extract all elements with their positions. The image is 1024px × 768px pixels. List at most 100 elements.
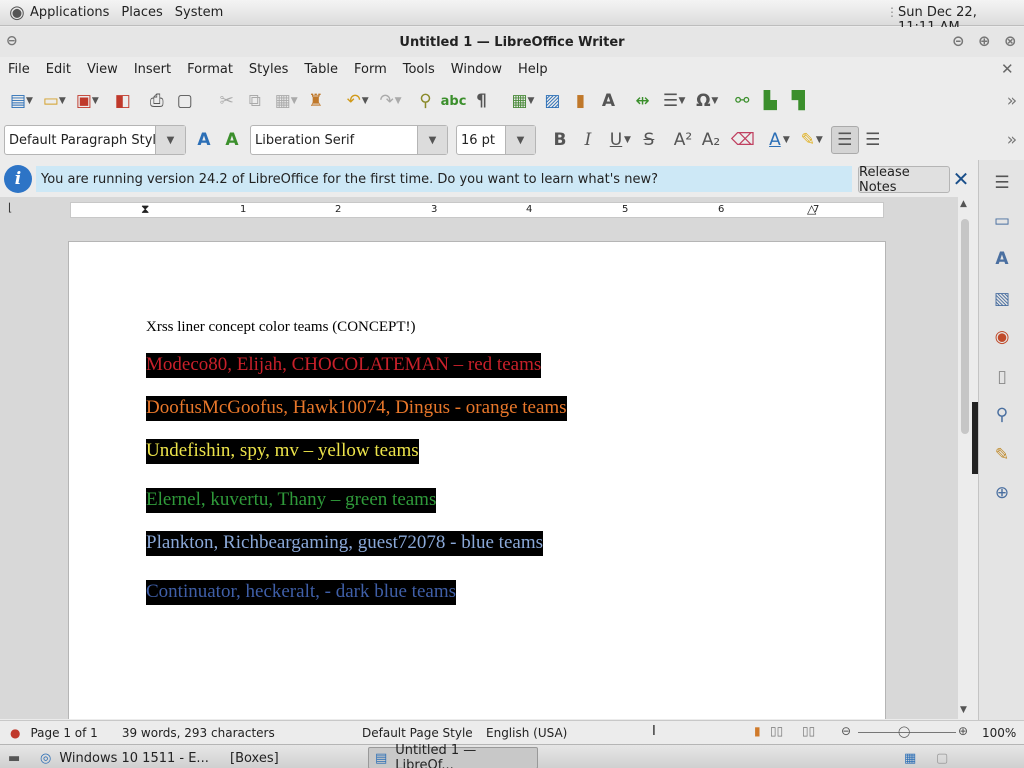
- insert-image-icon[interactable]: ▨: [538, 87, 566, 115]
- workspace-2-icon[interactable]: ▢: [930, 747, 954, 768]
- menu-view[interactable]: View: [79, 62, 126, 77]
- find-replace-icon[interactable]: ⚲: [412, 87, 440, 115]
- update-style-icon[interactable]: A: [190, 126, 218, 154]
- zoom-level[interactable]: 100%: [982, 726, 1016, 740]
- menu-format[interactable]: Format: [179, 62, 241, 77]
- menu-table[interactable]: Table: [296, 62, 346, 77]
- team-line-orange[interactable]: DoofusMcGoofus, Hawk10074, Dingus - oran…: [146, 396, 567, 421]
- menu-styles[interactable]: Styles: [241, 62, 296, 77]
- page-count[interactable]: Page 1 of 1: [30, 726, 97, 740]
- menu-file[interactable]: File: [0, 62, 38, 77]
- show-desktop-icon[interactable]: ▬: [2, 747, 26, 768]
- zoom-in-icon[interactable]: ⊕: [958, 724, 968, 738]
- print-preview-icon[interactable]: ▢: [171, 87, 199, 115]
- chevron-down-icon[interactable]: ▼: [417, 126, 447, 154]
- menu-help[interactable]: Help: [510, 62, 556, 77]
- insert-endnote-icon[interactable]: ▜: [784, 87, 812, 115]
- zoom-slider-handle[interactable]: ◯: [898, 725, 910, 738]
- document-heading[interactable]: Xrss liner concept color teams (CONCEPT!…: [146, 319, 416, 336]
- team-line-red[interactable]: Modeco80, Elijah, CHOCOLATEMAN – red tea…: [146, 353, 542, 378]
- more-formatting-icon[interactable]: »: [1002, 126, 1022, 154]
- chevron-down-icon[interactable]: ▼: [624, 135, 631, 145]
- workspace-switcher-icon[interactable]: ▦: [898, 747, 922, 768]
- insert-textbox-icon[interactable]: A: [594, 87, 622, 115]
- menu-edit[interactable]: Edit: [38, 62, 79, 77]
- places-menu[interactable]: Places: [121, 5, 162, 20]
- bold-icon[interactable]: B: [546, 126, 574, 154]
- align-left-icon[interactable]: ☰: [830, 126, 859, 154]
- multi-page-view-icon[interactable]: ▯▯: [770, 724, 783, 738]
- chevron-down-icon[interactable]: ▼: [711, 96, 718, 106]
- copy-icon[interactable]: ⧉: [241, 87, 269, 115]
- task-windows10[interactable]: ◎ Windows 10 1511 - E...: [34, 747, 215, 768]
- clear-formatting-icon[interactable]: ⌫: [729, 126, 757, 154]
- scroll-up-icon[interactable]: ▲: [960, 199, 967, 209]
- scrollbar-thumb[interactable]: [961, 219, 969, 434]
- chevron-down-icon[interactable]: ▼: [92, 96, 99, 106]
- task-boxes[interactable]: [Boxes]: [224, 747, 285, 768]
- window-menu-icon[interactable]: ⊖: [6, 33, 18, 49]
- scroll-down-icon[interactable]: ▼: [960, 705, 967, 715]
- subscript-icon[interactable]: A₂: [697, 126, 725, 154]
- chevron-down-icon[interactable]: ▼: [678, 96, 685, 106]
- styles-icon[interactable]: A: [989, 246, 1015, 272]
- right-indent-marker-icon[interactable]: △: [807, 202, 816, 216]
- chevron-down-icon[interactable]: ▼: [155, 126, 185, 154]
- vertical-scrollbar[interactable]: ▲ ▼: [958, 197, 972, 719]
- gnome-foot-icon[interactable]: ◉: [4, 0, 30, 27]
- navigator-icon[interactable]: ◉: [989, 324, 1015, 350]
- system-menu[interactable]: System: [175, 5, 223, 20]
- sidebar-menu-icon[interactable]: ☰: [989, 170, 1015, 196]
- print-icon[interactable]: ⎙: [143, 87, 171, 115]
- team-line-blue[interactable]: Plankton, Richbeargaming, guest72078 - b…: [146, 531, 543, 556]
- zoom-out-icon[interactable]: ⊖: [841, 724, 851, 738]
- strikethrough-icon[interactable]: S: [635, 126, 663, 154]
- tab-stop-icon[interactable]: ⌊: [8, 201, 12, 214]
- word-count[interactable]: 39 words, 293 characters: [122, 726, 275, 740]
- more-tools-icon[interactable]: »: [1002, 87, 1022, 115]
- chevron-down-icon[interactable]: ▼: [783, 135, 790, 145]
- export-pdf-icon[interactable]: ◧: [109, 87, 137, 115]
- new-style-icon[interactable]: A: [218, 126, 246, 154]
- chevron-down-icon[interactable]: ▼: [505, 126, 535, 154]
- document-area[interactable]: ⌊ 1 2 3 4 5 6 7 ⧗ △ Xrss liner concept c…: [0, 197, 958, 719]
- language[interactable]: English (USA): [486, 726, 567, 740]
- design-icon[interactable]: ⊕: [989, 480, 1015, 506]
- chevron-down-icon[interactable]: ▼: [26, 96, 33, 106]
- insert-chart-icon[interactable]: ▮: [566, 87, 594, 115]
- minimize-icon[interactable]: ⊝: [952, 32, 965, 50]
- cut-icon[interactable]: ✂: [213, 87, 241, 115]
- close-infobar-icon[interactable]: ✕: [952, 167, 970, 191]
- insert-hyperlink-icon[interactable]: ⚯: [728, 87, 756, 115]
- paragraph-style-select[interactable]: Default Paragraph Style ▼: [4, 125, 186, 155]
- team-line-green[interactable]: Elernel, kuvertu, Thany – green teams: [146, 488, 437, 513]
- indent-marker-icon[interactable]: ⧗: [141, 202, 149, 217]
- font-size-select[interactable]: 16 pt ▼: [456, 125, 536, 155]
- chevron-down-icon[interactable]: ▼: [816, 135, 823, 145]
- insert-mode-icon[interactable]: Ⅰ: [652, 724, 656, 739]
- release-notes-button[interactable]: Release Notes: [858, 165, 950, 195]
- page-style[interactable]: Default Page Style: [362, 726, 473, 740]
- chevron-down-icon[interactable]: ▼: [395, 96, 402, 106]
- style-inspector-icon[interactable]: ⚲: [989, 402, 1015, 428]
- horizontal-ruler[interactable]: 1 2 3 4 5 6 7 ⧗ △: [70, 202, 884, 218]
- team-line-dark-blue[interactable]: Continuator, heckeralt, - dark blue team…: [146, 580, 456, 605]
- chevron-down-icon[interactable]: ▼: [59, 96, 66, 106]
- single-page-view-icon[interactable]: ▮: [754, 724, 761, 738]
- close-document-icon[interactable]: ✕: [1001, 60, 1014, 78]
- book-view-icon[interactable]: ▯▯: [802, 724, 815, 738]
- menu-tools[interactable]: Tools: [395, 62, 443, 77]
- chevron-down-icon[interactable]: ▼: [291, 96, 298, 106]
- superscript-icon[interactable]: A²: [669, 126, 697, 154]
- maximize-icon[interactable]: ⊕: [978, 32, 991, 50]
- menu-window[interactable]: Window: [443, 62, 510, 77]
- chevron-down-icon[interactable]: ▼: [362, 96, 369, 106]
- clone-formatting-icon[interactable]: ♜: [302, 87, 330, 115]
- document-modified-icon[interactable]: ●: [10, 726, 20, 740]
- align-center-icon[interactable]: ☰: [859, 126, 887, 154]
- team-line-yellow[interactable]: Undefishin, spy, mv – yellow teams: [146, 439, 419, 464]
- sidebar-collapse-handle[interactable]: [971, 402, 978, 474]
- chevron-down-icon[interactable]: ▼: [528, 96, 535, 106]
- gallery-icon[interactable]: ▧: [989, 286, 1015, 312]
- applications-menu[interactable]: Applications: [30, 5, 109, 20]
